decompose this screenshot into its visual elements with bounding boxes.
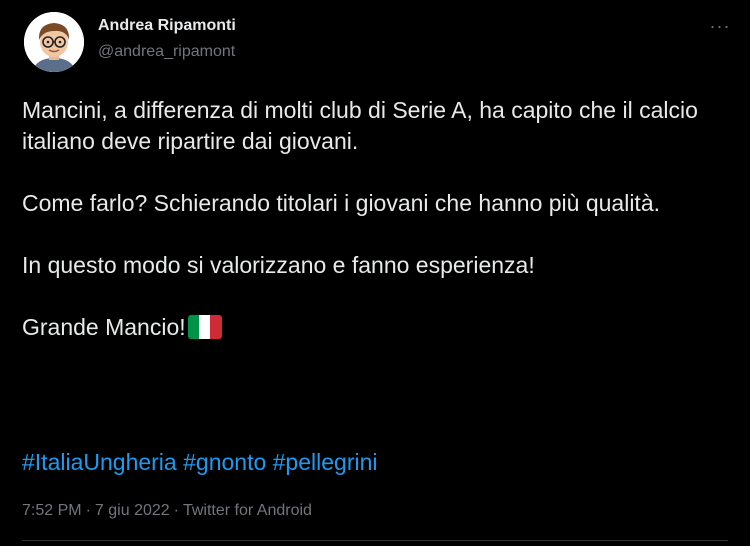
divider — [22, 540, 728, 541]
author-name[interactable]: Andrea Ripamonti — [98, 17, 236, 35]
more-options-icon: ··· — [709, 16, 731, 36]
tweet-card: Andrea Ripamonti @andrea_ripamont ··· Ma… — [0, 0, 750, 546]
tweet-paragraph: In questo modo si valorizzano e fanno es… — [22, 252, 535, 278]
tweet-paragraph: Mancini, a differenza di molti club di S… — [22, 97, 698, 154]
tweet-text: Mancini, a differenza di molti club di S… — [22, 95, 722, 343]
hashtag-link[interactable]: #ItaliaUngheria — [22, 449, 177, 475]
hashtag-list: #ItaliaUngheria #gnonto #pellegrini — [22, 447, 378, 478]
tweet-date[interactable]: 7 giu 2022 — [95, 502, 170, 519]
hashtag-link[interactable]: #pellegrini — [273, 449, 378, 475]
more-options-button[interactable]: ··· — [702, 12, 738, 40]
hashtag-link[interactable]: #gnonto — [183, 449, 266, 475]
meta-separator: · — [173, 502, 179, 519]
tweet-source[interactable]: Twitter for Android — [183, 502, 312, 519]
meta-separator: · — [85, 502, 91, 519]
tweet-paragraph: Grande Mancio! — [22, 312, 722, 343]
tweet-paragraph-text: Grande Mancio! — [22, 314, 186, 340]
avatar[interactable] — [24, 12, 84, 72]
author-handle[interactable]: @andrea_ripamont — [98, 43, 235, 61]
italy-flag-icon — [187, 315, 222, 339]
avatar-cartoon-icon — [24, 12, 84, 72]
tweet-metadata: 7:52 PM · 7 giu 2022 · Twitter for Android — [22, 502, 312, 520]
tweet-paragraph: Come farlo? Schierando titolari i giovan… — [22, 190, 661, 216]
tweet-time[interactable]: 7:52 PM — [22, 502, 82, 519]
